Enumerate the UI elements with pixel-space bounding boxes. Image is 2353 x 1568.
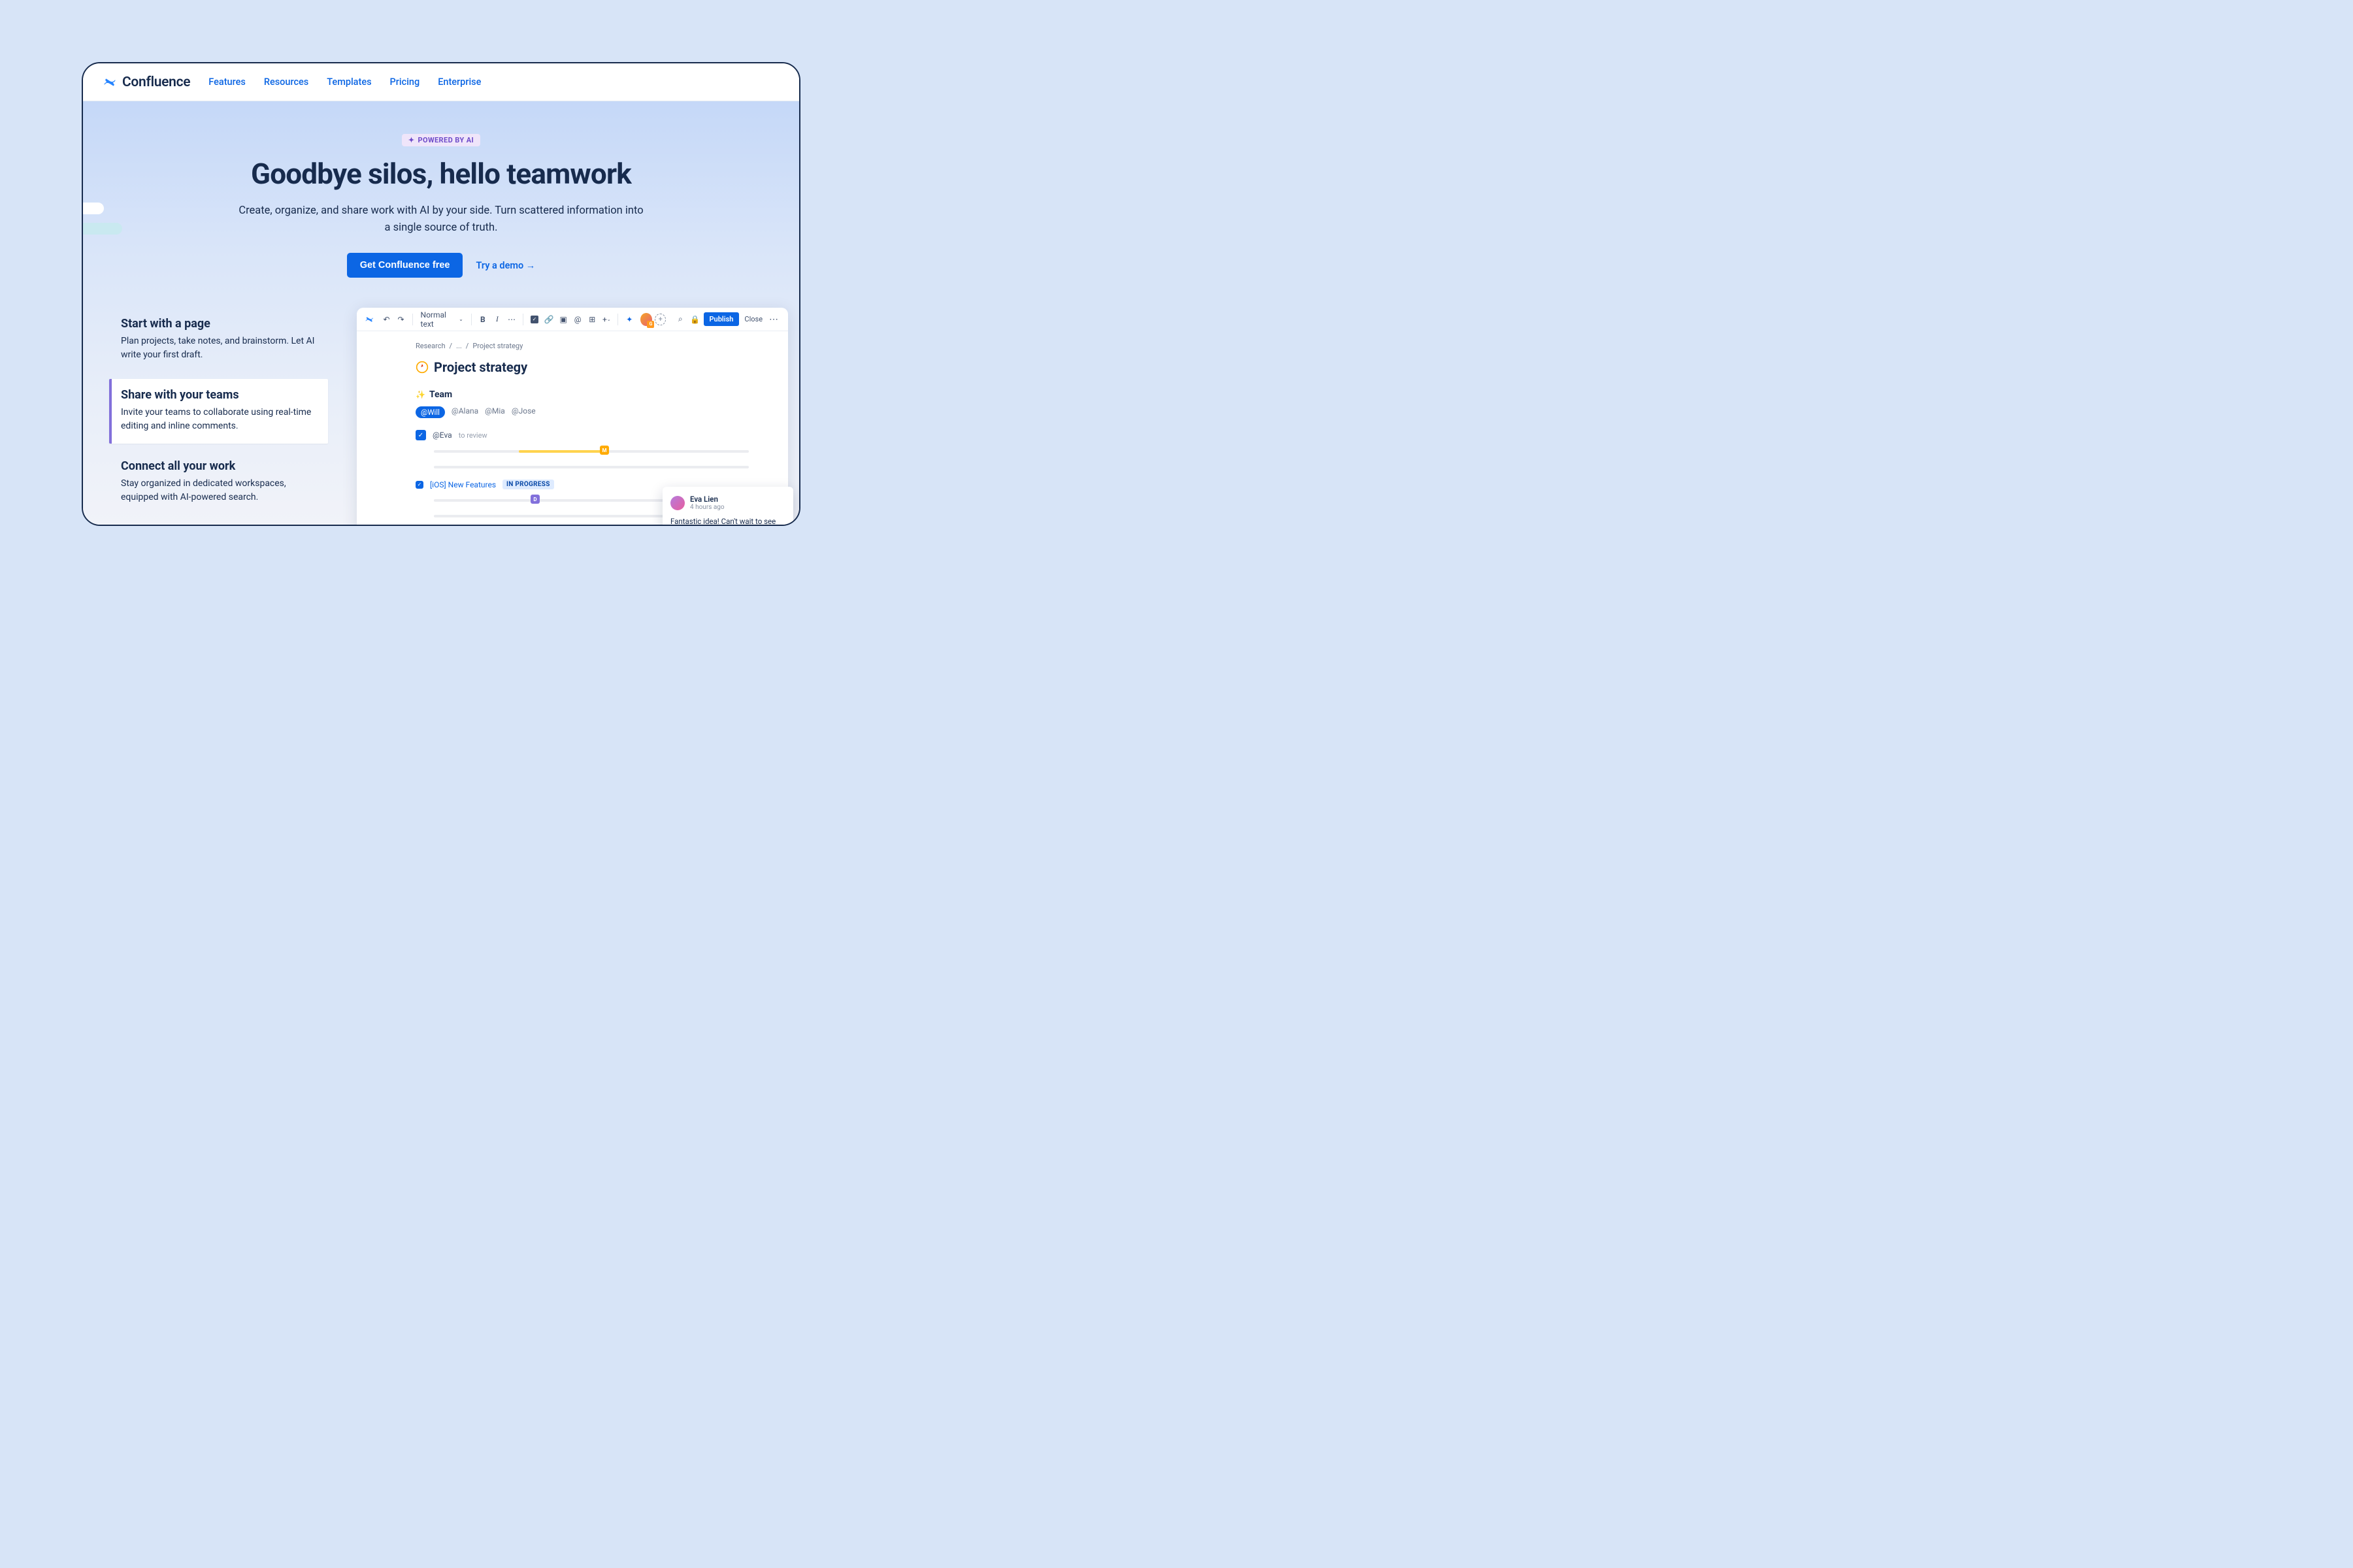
chevron-down-icon: ⌄ bbox=[459, 316, 463, 322]
checkbox-checked-icon[interactable]: ✓ bbox=[416, 430, 426, 440]
action-item-icon[interactable]: ✓ bbox=[529, 313, 540, 326]
text-style-dropdown[interactable]: Normal text⌄ bbox=[418, 310, 466, 329]
editor-toolbar: ↶ ↷ Normal text⌄ B I ⋯ ✓ 🔗 ▣ @ ⊞ +⌄ bbox=[357, 308, 788, 331]
try-demo-link[interactable]: Try a demo → bbox=[476, 260, 535, 271]
nav-features[interactable]: Features bbox=[208, 76, 246, 88]
page-title: Project strategy bbox=[434, 359, 527, 375]
nav-resources[interactable]: Resources bbox=[264, 76, 308, 88]
checkbox-checked-icon[interactable]: ✓ bbox=[416, 481, 423, 489]
decoration-pill bbox=[82, 223, 122, 235]
breadcrumb-item[interactable]: ... bbox=[456, 342, 462, 350]
image-icon[interactable]: ▣ bbox=[557, 313, 569, 326]
mention-alana[interactable]: @Alana bbox=[452, 406, 478, 418]
more-menu-icon[interactable]: ⋯ bbox=[768, 314, 780, 325]
timeline-bar bbox=[434, 461, 749, 473]
nav-templates[interactable]: Templates bbox=[327, 76, 371, 88]
timeline-marker-d: D bbox=[531, 495, 540, 504]
publish-button[interactable]: Publish bbox=[704, 312, 740, 326]
avatar bbox=[670, 496, 685, 510]
comment-time: 4 hours ago bbox=[690, 504, 725, 511]
feature-title: Start with a page bbox=[121, 317, 316, 331]
ai-badge: ✦ POWERED BY AI bbox=[402, 134, 480, 146]
brand-logo[interactable]: Confluence bbox=[103, 74, 190, 90]
ai-badge-label: POWERED BY AI bbox=[418, 136, 474, 144]
search-icon[interactable]: ⌕ bbox=[674, 313, 686, 326]
timeline-bar: M bbox=[434, 446, 749, 457]
feature-start-page[interactable]: Start with a page Plan projects, take no… bbox=[109, 308, 328, 372]
link-icon[interactable]: 🔗 bbox=[543, 313, 555, 326]
confluence-icon bbox=[103, 75, 117, 90]
feature-list: Start with a page Plan projects, take no… bbox=[109, 308, 328, 521]
feature-title: Share with your teams bbox=[121, 388, 316, 402]
insert-icon[interactable]: +⌄ bbox=[601, 313, 612, 326]
todo-mention[interactable]: @Eva bbox=[433, 431, 452, 440]
decoration-pill bbox=[82, 203, 104, 214]
hero-section: ✦ POWERED BY AI Goodbye silos, hello tea… bbox=[83, 101, 799, 525]
editor-body: Research/ .../ Project strategy Project … bbox=[357, 331, 788, 526]
comment-body: Fantastic idea! Can't wait to see this c… bbox=[670, 516, 785, 526]
feature-desc: Plan projects, take notes, and brainstor… bbox=[121, 335, 316, 362]
comment-card: Eva Lien 4 hours ago Fantastic idea! Can… bbox=[663, 487, 793, 526]
user-avatar[interactable] bbox=[640, 313, 652, 326]
comment-author: Eva Lien bbox=[690, 495, 725, 504]
more-formatting-icon[interactable]: ⋯ bbox=[506, 313, 518, 326]
feature-desc: Stay organized in dedicated workspaces, … bbox=[121, 477, 316, 504]
confluence-icon bbox=[365, 314, 374, 325]
feature-desc: Invite your teams to collaborate using r… bbox=[121, 406, 316, 433]
team-heading: Team bbox=[429, 389, 452, 400]
mention-jose[interactable]: @Jose bbox=[512, 406, 536, 418]
page-headline: Goodbye silos, hello teamwork bbox=[193, 157, 689, 191]
todo-item: ✓ @Eva to review bbox=[416, 430, 749, 440]
breadcrumb-item[interactable]: Research bbox=[416, 342, 446, 350]
status-badge: IN PROGRESS bbox=[502, 480, 554, 489]
todo-label: to review bbox=[459, 431, 487, 440]
top-nav-bar: Confluence Features Resources Templates … bbox=[83, 63, 799, 101]
add-collaborator-button[interactable]: + bbox=[655, 314, 665, 325]
editor-preview: ↶ ↷ Normal text⌄ B I ⋯ ✓ 🔗 ▣ @ ⊞ +⌄ bbox=[357, 308, 788, 526]
mention-row: @Will @Alana @Mia @Jose bbox=[416, 406, 749, 418]
page-subhead: Create, organize, and share work with AI… bbox=[239, 203, 644, 236]
breadcrumb: Research/ .../ Project strategy bbox=[416, 342, 749, 350]
compass-icon bbox=[416, 361, 429, 374]
breadcrumb-item[interactable]: Project strategy bbox=[472, 342, 523, 350]
table-icon[interactable]: ⊞ bbox=[586, 313, 598, 326]
ai-sparkle-icon[interactable]: ✦ bbox=[623, 313, 635, 326]
feature-share-teams[interactable]: Share with your teams Invite your teams … bbox=[109, 379, 328, 444]
sparkle-icon: ✦ bbox=[408, 136, 415, 144]
feature-connect-work[interactable]: Connect all your work Stay organized in … bbox=[109, 450, 328, 515]
brand-name: Confluence bbox=[122, 74, 190, 90]
nav-enterprise[interactable]: Enterprise bbox=[438, 76, 481, 88]
undo-icon[interactable]: ↶ bbox=[380, 313, 392, 326]
nav-links: Features Resources Templates Pricing Ent… bbox=[208, 76, 481, 88]
redo-icon[interactable]: ↷ bbox=[395, 313, 407, 326]
timeline-marker-m: M bbox=[600, 446, 609, 455]
feature-title: Connect all your work bbox=[121, 459, 316, 473]
sparkle-icon: ✨ bbox=[416, 390, 425, 399]
close-button[interactable]: Close bbox=[742, 315, 765, 323]
bold-icon[interactable]: B bbox=[477, 313, 489, 326]
mention-icon[interactable]: @ bbox=[572, 313, 584, 326]
get-free-button[interactable]: Get Confluence free bbox=[347, 253, 463, 278]
mention-will[interactable]: @Will bbox=[416, 406, 445, 418]
task-link[interactable]: [iOS] New Features bbox=[430, 480, 496, 489]
lock-icon[interactable]: 🔒 bbox=[689, 313, 700, 326]
device-frame: Confluence Features Resources Templates … bbox=[82, 62, 800, 526]
italic-icon[interactable]: I bbox=[491, 313, 503, 326]
nav-pricing[interactable]: Pricing bbox=[390, 76, 420, 88]
mention-mia[interactable]: @Mia bbox=[485, 406, 505, 418]
